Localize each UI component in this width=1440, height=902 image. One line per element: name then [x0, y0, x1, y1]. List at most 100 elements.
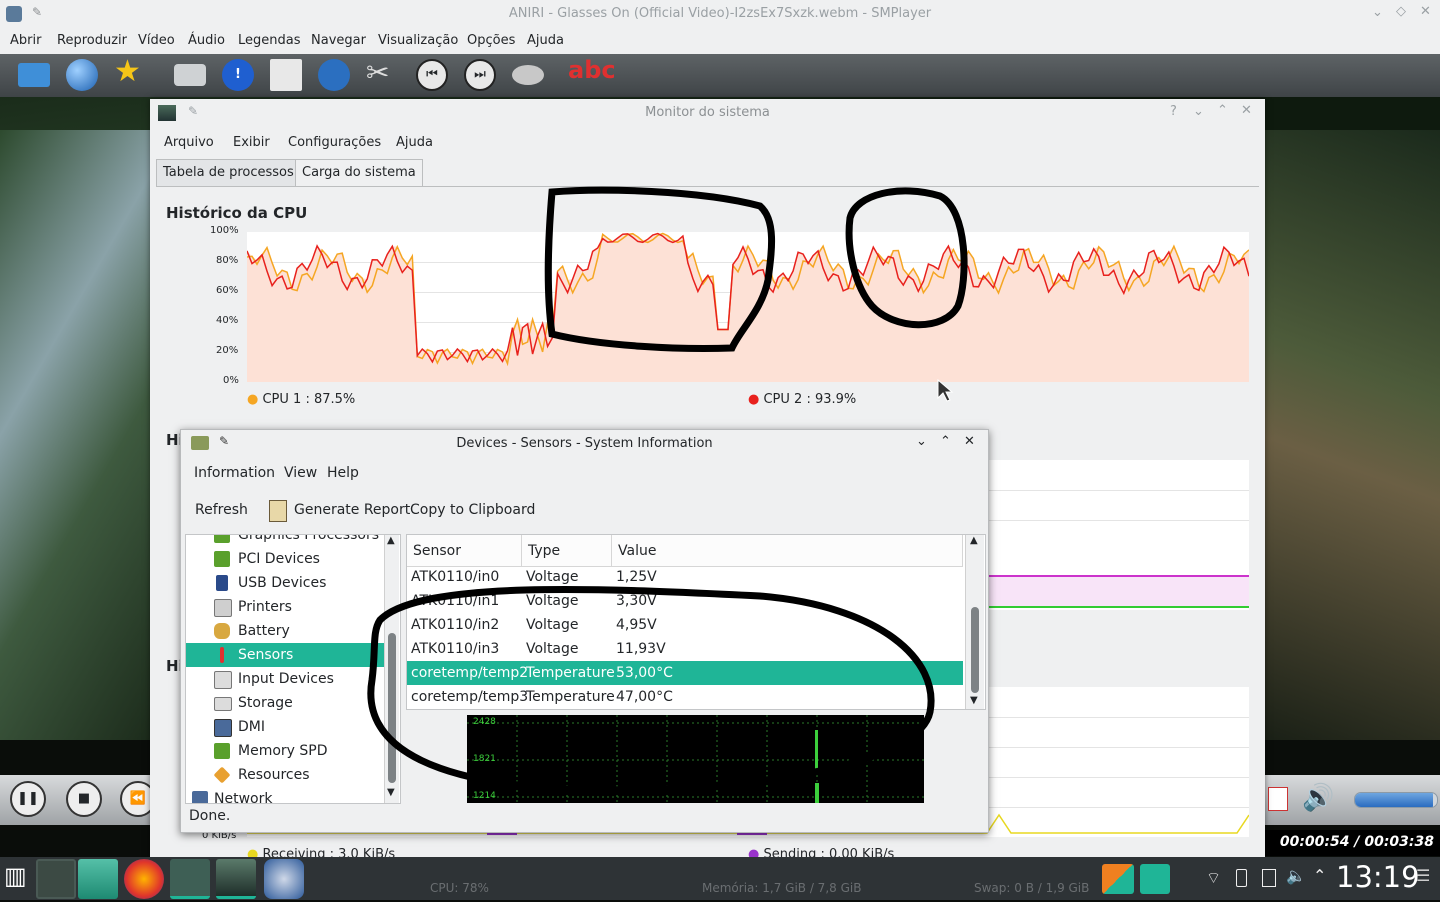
tray-expand-icon[interactable]: ⌃: [1313, 866, 1326, 885]
previous-icon[interactable]: ⏮: [416, 59, 448, 91]
scroll-up-icon[interactable]: ▲: [387, 535, 395, 546]
tree-item-resources[interactable]: Resources: [186, 763, 386, 787]
info-icon[interactable]: !: [222, 59, 254, 91]
audio-track-icon[interactable]: [512, 65, 544, 85]
volume-slider[interactable]: [1354, 792, 1438, 808]
minimize-icon[interactable]: ⌄: [1372, 5, 1383, 20]
minimize-icon[interactable]: ⌄: [916, 434, 927, 449]
pause-button[interactable]: ❚❚: [10, 781, 46, 817]
maximize-icon[interactable]: ⌃: [940, 434, 951, 449]
tree-item-graphics-processors[interactable]: Graphics Processors: [186, 535, 386, 547]
help-icon[interactable]: ?: [1170, 104, 1177, 119]
table-row[interactable]: ATK0110/in3 Voltage 11,93V: [407, 637, 963, 661]
computer-icon: [214, 719, 232, 737]
table-row-selected[interactable]: coretemp/temp2 Temperature 53,00°C: [407, 661, 963, 685]
menu-visualizacao[interactable]: Visualização: [378, 33, 458, 48]
copy-to-clipboard-button[interactable]: Copy to Clipboard: [410, 502, 535, 518]
panel-settings-icon[interactable]: ☰: [1416, 866, 1430, 885]
stop-button[interactable]: ■: [66, 781, 102, 817]
tree-item-battery[interactable]: Battery: [186, 619, 386, 643]
fullscreen-icon[interactable]: [1268, 787, 1288, 811]
table-scroll-thumb[interactable]: [971, 607, 979, 693]
menu-navegar[interactable]: Navegar: [311, 33, 366, 48]
video-settings-icon[interactable]: [318, 59, 350, 91]
menu-configuracoes[interactable]: Configurações: [288, 135, 381, 150]
table-row[interactable]: ATK0110/in2 Voltage 4,95V: [407, 613, 963, 637]
menu-help[interactable]: Help: [327, 465, 359, 481]
tree-item-dmi[interactable]: DMI: [186, 715, 386, 739]
generate-report-button[interactable]: Generate Report: [294, 502, 410, 518]
smplayer-task-icon[interactable]: [264, 859, 304, 899]
menu-audio[interactable]: Áudio: [188, 33, 225, 48]
minimize-icon[interactable]: ⌄: [1193, 104, 1204, 119]
sensor-table[interactable]: Sensor Type Value ATK0110/in0 Voltage 1,…: [406, 534, 986, 710]
menu-legendas[interactable]: Legendas: [238, 33, 301, 48]
task-thumbnail[interactable]: [36, 859, 76, 899]
application-launcher-icon[interactable]: ▥: [4, 862, 32, 902]
menu-ajuda[interactable]: Ajuda: [527, 33, 564, 48]
tree-scrollbar[interactable]: ▲ ▼: [384, 535, 399, 803]
tray-package-icon[interactable]: [1140, 864, 1170, 894]
graph-label-top: 2428: [473, 717, 496, 727]
menu-information[interactable]: Information: [194, 465, 275, 481]
tab-tabela-de-processos[interactable]: Tabela de processos: [156, 159, 301, 187]
tree-scroll-thumb[interactable]: [388, 633, 396, 783]
subtitles-icon[interactable]: abc: [568, 56, 616, 88]
refresh-button[interactable]: Refresh: [195, 502, 248, 518]
tools-icon[interactable]: ✂: [366, 56, 398, 89]
next-icon[interactable]: ⏭: [464, 59, 496, 91]
column-header-type[interactable]: Type: [522, 535, 612, 567]
tab-carga-do-sistema[interactable]: Carga do sistema: [295, 159, 423, 187]
menu-arquivo[interactable]: Arquivo: [164, 135, 214, 150]
tree-item-usb-devices[interactable]: USB Devices: [186, 571, 386, 595]
tree-item-network[interactable]: Network: [186, 787, 386, 803]
status-swap: Swap: 0 B / 1,9 GiB: [974, 881, 1090, 895]
tree-item-memory-spd[interactable]: Memory SPD: [186, 739, 386, 763]
menu-ajuda[interactable]: Ajuda: [396, 135, 433, 150]
close-icon[interactable]: ✕: [964, 434, 975, 449]
battery-tray-icon[interactable]: [1236, 869, 1247, 887]
tree-item-storage[interactable]: Storage: [186, 691, 386, 715]
tree-item-pci-devices[interactable]: PCI Devices: [186, 547, 386, 571]
maximize-icon[interactable]: ⌃: [1217, 103, 1228, 118]
table-row[interactable]: coretemp/temp3 Temperature 47,00°C: [407, 685, 963, 709]
firefox-icon[interactable]: [124, 859, 164, 899]
maximize-icon[interactable]: ◇: [1396, 4, 1406, 19]
table-scrollbar[interactable]: ▲ ▼: [965, 535, 984, 709]
menu-abrir[interactable]: Abrir: [10, 33, 41, 48]
pci-icon: [214, 551, 230, 567]
screenshot-icon[interactable]: [174, 64, 206, 86]
close-icon[interactable]: ✕: [1241, 103, 1252, 118]
scroll-down-icon[interactable]: ▼: [970, 695, 978, 706]
open-folder-icon[interactable]: [18, 63, 50, 87]
star-icon[interactable]: ★: [114, 54, 146, 89]
hardinfo-task-icon[interactable]: [170, 859, 210, 899]
column-header-sensor[interactable]: Sensor: [407, 535, 522, 567]
system-monitor-task-icon[interactable]: [216, 859, 256, 899]
scroll-down-icon[interactable]: ▼: [387, 787, 395, 798]
device-notifier-icon[interactable]: [1262, 869, 1276, 887]
table-row[interactable]: ATK0110/in0 Voltage 1,25V: [407, 565, 963, 589]
scroll-up-icon[interactable]: ▲: [970, 535, 978, 546]
device-tree[interactable]: Graphics Processors PCI Devices USB Devi…: [185, 534, 401, 804]
playlist-icon[interactable]: [270, 59, 302, 91]
menu-exibir[interactable]: Exibir: [233, 135, 270, 150]
volume-tray-icon[interactable]: 🔈: [1286, 866, 1306, 885]
menu-opcoes[interactable]: Opções: [467, 33, 515, 48]
wifi-icon[interactable]: ⌔: [1206, 868, 1221, 888]
menu-view[interactable]: View: [284, 465, 317, 481]
menu-video[interactable]: Vídeo: [138, 33, 175, 48]
tree-item-sensors[interactable]: Sensors: [186, 643, 386, 667]
globe-icon[interactable]: [66, 59, 98, 91]
close-icon[interactable]: ✕: [1420, 4, 1431, 19]
tree-item-input-devices[interactable]: Input Devices: [186, 667, 386, 691]
table-row[interactable]: ATK0110/in1 Voltage 3,30V: [407, 589, 963, 613]
clock[interactable]: 13:19: [1336, 860, 1420, 894]
file-manager-icon[interactable]: [78, 859, 118, 899]
menu-reproduzir[interactable]: Reproduzir: [57, 33, 127, 48]
tree-item-printers[interactable]: Printers: [186, 595, 386, 619]
column-header-value[interactable]: Value: [612, 535, 963, 567]
tray-app-icon[interactable]: [1102, 864, 1134, 894]
video-frame-left: [0, 130, 152, 740]
volume-icon[interactable]: 🔊: [1302, 783, 1334, 813]
